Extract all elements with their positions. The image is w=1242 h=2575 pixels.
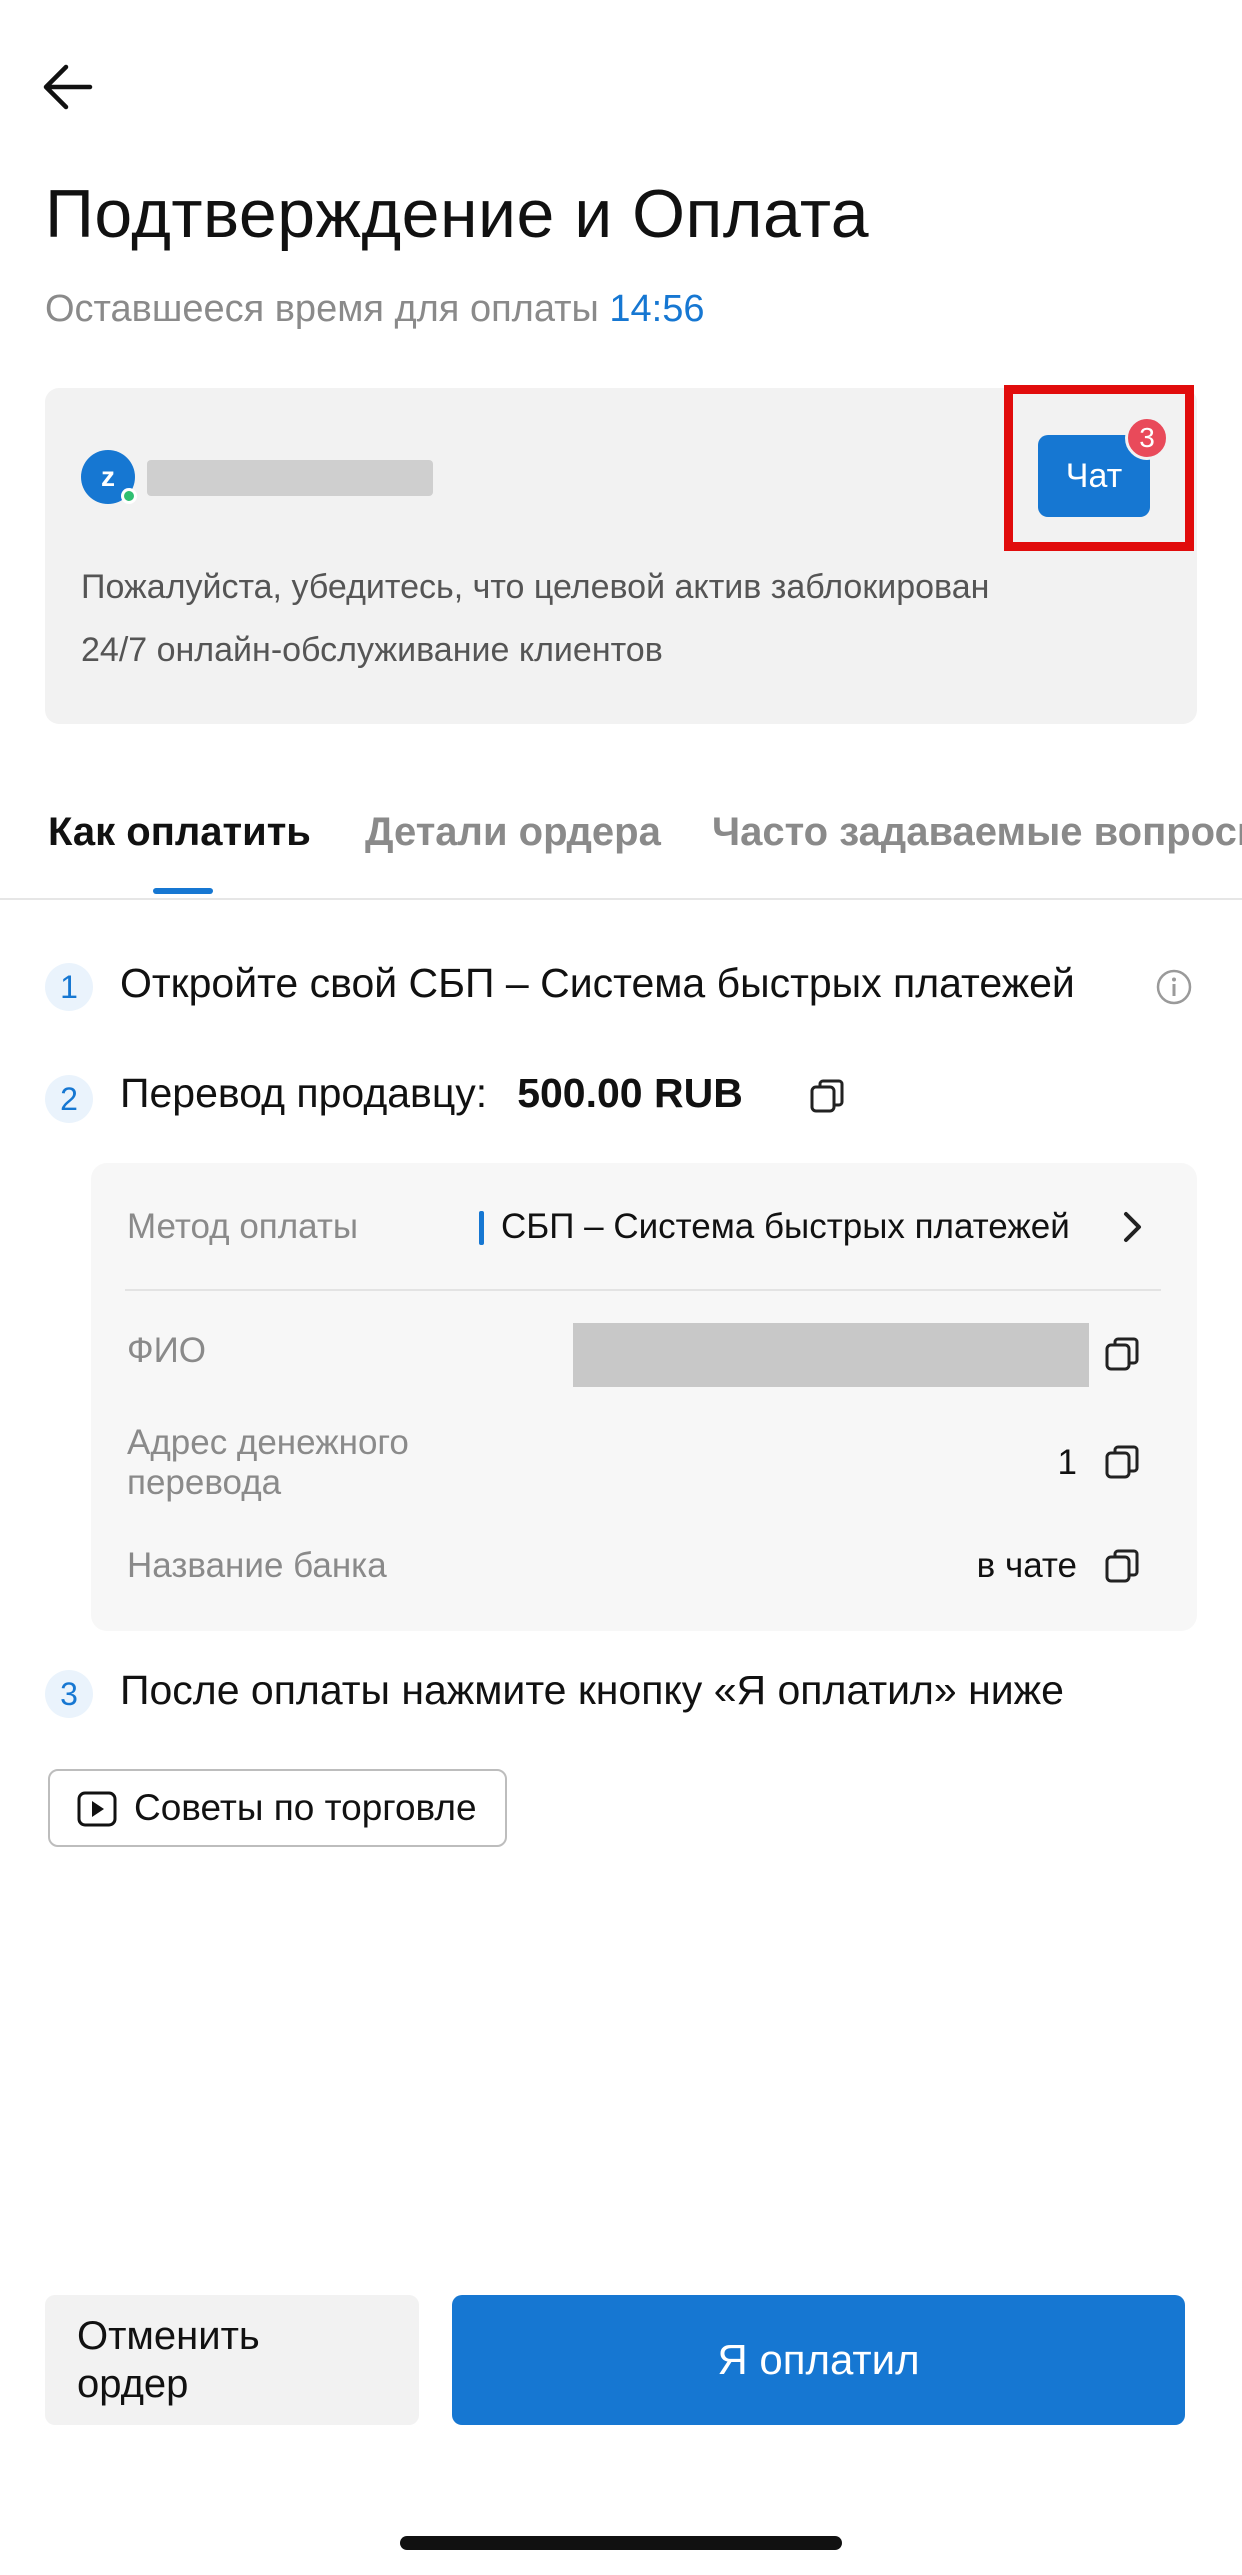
cancel-order-label: Отменить ордер (77, 2314, 260, 2406)
bank-label: Название банка (127, 1546, 387, 1585)
copy-icon[interactable] (808, 1077, 848, 1117)
step-1-text: Откройте свой СБП – Система быстрых плат… (120, 960, 1075, 1006)
fio-label: ФИО (127, 1331, 206, 1370)
timer-label: Оставшееся время для оплаты (45, 288, 599, 330)
step-number: 1 (45, 963, 93, 1011)
tab-faq[interactable]: Часто задаваемые вопросы (712, 810, 1242, 855)
chevron-right-icon[interactable] (1121, 1209, 1145, 1245)
merchant-name-redacted (147, 460, 433, 496)
address-value: 1 (1057, 1443, 1077, 1482)
step-3-text: После оплаты нажмите кнопку «Я оплатил» … (120, 1667, 1064, 1713)
fio-value-redacted (573, 1323, 1089, 1387)
trading-tips-button[interactable]: Советы по торговле (48, 1769, 507, 1847)
asset-locked-notice: Пожалуйста, убедитесь, что целевой актив… (81, 568, 990, 606)
payment-details-panel: Метод оплаты СБП – Система быстрых плате… (91, 1163, 1197, 1631)
step-2-text: Перевод продавцу: 500.00 RUB (120, 1070, 743, 1117)
merchant-card: z Чат 3 Пожалуйста, убедитесь, что целев… (45, 385, 1197, 724)
step-number: 3 (45, 1670, 93, 1718)
countdown-timer: 14:56 (609, 288, 705, 330)
info-icon[interactable] (1155, 968, 1193, 1006)
payment-method-value[interactable]: СБП – Система быстрых платежей (501, 1207, 1070, 1247)
chat-unread-badge: 3 (1125, 416, 1169, 460)
address-label: Адрес денежного перевода (127, 1423, 409, 1502)
tab-order-details[interactable]: Детали ордера (365, 810, 661, 855)
method-accent-bar (479, 1211, 484, 1245)
back-arrow-icon[interactable] (38, 58, 96, 116)
payment-timer-line: Оставшееся время для оплаты 14:56 (45, 288, 705, 331)
tab-bar: Как оплатить Детали ордера Часто задавае… (0, 800, 1242, 900)
active-tab-indicator (153, 888, 213, 894)
transfer-label: Перевод продавцу: (120, 1070, 488, 1116)
bank-value: в чате (976, 1546, 1077, 1585)
page-title: Подтверждение и Оплата (45, 176, 870, 252)
method-label: Метод оплаты (127, 1207, 359, 1246)
support-notice: 24/7 онлайн-обслуживание клиентов (81, 631, 663, 669)
cancel-order-button[interactable]: Отменить ордер (45, 2295, 419, 2425)
trading-tips-label: Советы по торговле (134, 1787, 477, 1828)
video-play-icon (77, 1791, 117, 1827)
copy-icon[interactable] (1103, 1443, 1143, 1483)
tab-how-to-pay[interactable]: Как оплатить (48, 810, 311, 855)
home-indicator (400, 2536, 842, 2550)
divider (125, 1289, 1161, 1291)
copy-icon[interactable] (1103, 1547, 1143, 1587)
step-number: 2 (45, 1075, 93, 1123)
i-paid-button[interactable]: Я оплатил (452, 2295, 1185, 2425)
transfer-amount: 500.00 RUB (517, 1070, 743, 1116)
online-status-dot (121, 488, 137, 504)
copy-icon[interactable] (1103, 1335, 1143, 1375)
